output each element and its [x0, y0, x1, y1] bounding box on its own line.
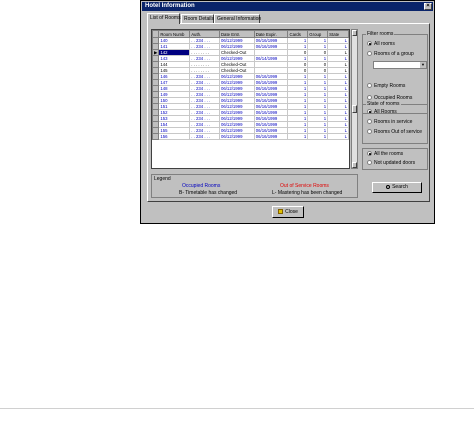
grid-scrollbar[interactable] — [351, 29, 358, 169]
window-title: Hotel Information — [145, 3, 195, 9]
rooms-table: Room Numb Auth. Date Entr. Date Expir. C… — [152, 30, 349, 140]
door-icon — [278, 209, 284, 215]
radio-label: Rooms of a group — [374, 51, 414, 57]
search-button-label: Search — [392, 184, 408, 190]
legend-title: Legend — [154, 176, 171, 182]
column-header[interactable]: State — [327, 30, 349, 38]
group-cell[interactable]: 1 — [307, 133, 329, 140]
date-expir-cell[interactable]: 06/16/1999 — [253, 133, 289, 140]
radio-icon — [367, 119, 372, 125]
state-all-rooms-radio[interactable]: All Rooms — [367, 109, 397, 116]
radio-selected-icon — [367, 109, 372, 115]
radio-icon — [367, 95, 372, 101]
radio-label: Rooms Out of service — [374, 129, 423, 135]
doors-group: All the rooms Not updated doors — [362, 148, 428, 170]
column-header[interactable]: Date Entr. — [218, 30, 255, 38]
legend-box: Legend Occupied Rooms Out of Service Roo… — [151, 174, 358, 198]
hotel-information-window: Hotel Information × List of Rooms Room D… — [140, 0, 435, 224]
tab-room-details[interactable]: Room Details — [181, 14, 214, 23]
column-header[interactable]: Room Numb — [158, 30, 191, 38]
window-titlebar: Hotel Information × — [142, 2, 433, 11]
close-icon[interactable]: × — [424, 3, 432, 10]
filter-all-rooms-radio[interactable]: All rooms — [367, 41, 395, 48]
tab-panel: Room Numb Auth. Date Entr. Date Expir. C… — [147, 23, 430, 202]
close-button[interactable]: Close — [272, 206, 304, 218]
radio-label: Not updated doors — [374, 160, 416, 166]
radio-icon — [367, 160, 372, 166]
tab-general-information[interactable]: General Information — [214, 14, 261, 23]
tab-list-of-rooms[interactable]: List of Rooms — [147, 13, 181, 24]
chevron-down-icon[interactable]: ▼ — [420, 62, 426, 68]
date-entr-cell[interactable]: 06/12/1999 — [218, 133, 255, 140]
radio-icon — [367, 51, 372, 57]
column-header[interactable]: Auth. — [189, 30, 220, 38]
search-button[interactable]: Search — [372, 182, 422, 193]
column-header[interactable]: Cards — [287, 30, 309, 38]
cards-cell[interactable]: 1 — [287, 133, 309, 140]
legend-occupied: Occupied Rooms — [182, 183, 221, 189]
state-in-service-radio[interactable]: Rooms in service — [367, 119, 412, 126]
doors-not-updated-radio[interactable]: Not updated doors — [367, 160, 415, 167]
radio-label: Rooms in service — [374, 119, 413, 125]
search-icon — [386, 184, 391, 189]
radio-icon — [367, 83, 372, 89]
radio-icon — [367, 129, 372, 135]
filter-rooms-title: Filter rooms — [366, 31, 395, 37]
radio-selected-icon — [367, 41, 372, 47]
state-cell[interactable]: L — [327, 133, 349, 140]
group-select[interactable]: ▼ — [373, 61, 427, 69]
doors-all-rooms-radio[interactable]: All the rooms — [367, 151, 403, 158]
state-out-of-service-radio[interactable]: Rooms Out of service — [367, 129, 422, 136]
filter-rooms-of-group-radio[interactable]: Rooms of a group — [367, 51, 414, 58]
scroll-thumb[interactable] — [352, 105, 357, 113]
radio-label: Empty Rooms — [374, 83, 406, 89]
close-button-label: Close — [285, 209, 298, 215]
room-number-cell[interactable]: 156 — [158, 133, 191, 140]
column-header[interactable]: Date Expir. — [253, 30, 289, 38]
scroll-down-icon[interactable] — [352, 162, 357, 168]
table-row[interactable]: 156. . 234 . . . 06/12/1999 06/16/1999 1 1 L — [152, 133, 349, 140]
legend-mastering: L- Mastering has been changed — [272, 190, 343, 196]
radio-selected-icon — [367, 151, 372, 157]
grid-header-row: Room Numb Auth. Date Entr. Date Expir. C… — [152, 30, 349, 38]
radio-label: All Rooms — [374, 109, 397, 115]
state-of-rooms-group: State of rooms All Rooms Rooms in servic… — [362, 101, 428, 144]
scroll-up-icon[interactable] — [352, 30, 357, 36]
filter-empty-rooms-radio[interactable]: Empty Rooms — [367, 83, 405, 90]
legend-timetable: B- Timetable has changed — [179, 190, 238, 196]
auth-cell[interactable]: . . 234 . . . — [189, 133, 220, 140]
radio-label: All rooms — [374, 41, 395, 47]
rooms-grid[interactable]: Room Numb Auth. Date Entr. Date Expir. C… — [151, 29, 350, 169]
column-header[interactable]: Group — [307, 30, 329, 38]
legend-out-of-service: Out of Service Rooms — [280, 183, 329, 189]
state-of-rooms-title: State of rooms — [366, 101, 401, 107]
radio-label: All the rooms — [374, 151, 404, 157]
page-divider — [0, 408, 474, 409]
